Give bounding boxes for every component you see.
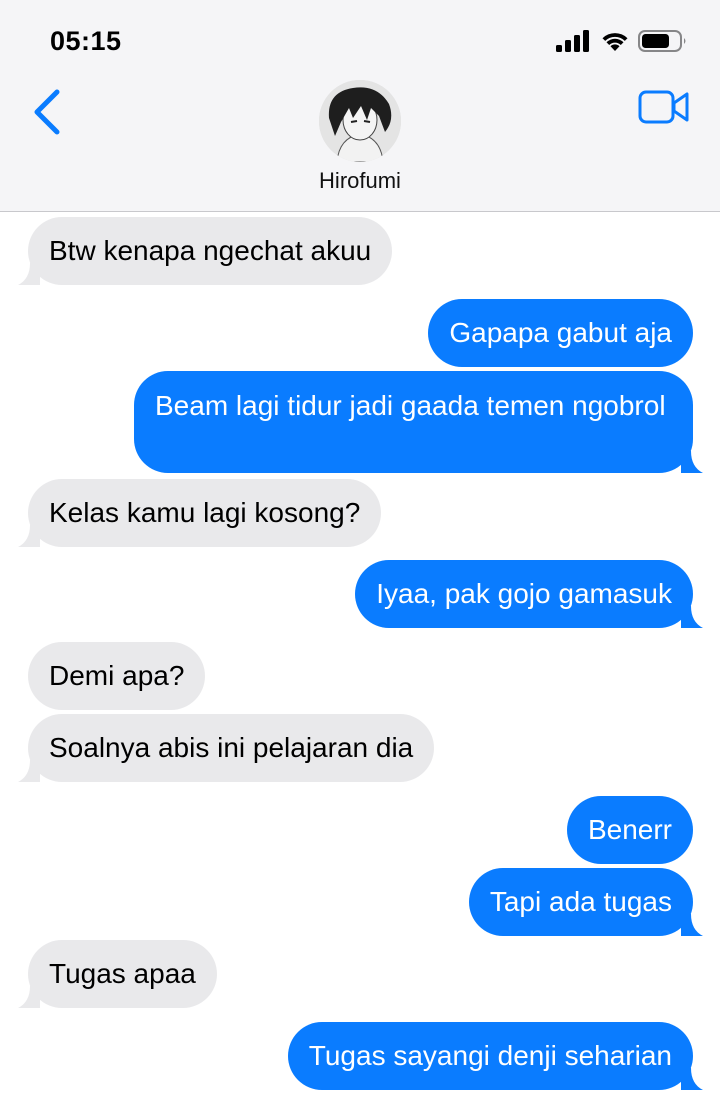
battery-icon [638, 30, 686, 52]
message-bubble-outgoing[interactable]: Gapapa gabut aja [428, 299, 693, 367]
message-bubble-outgoing[interactable]: Iyaa, pak gojo gamasuk [355, 560, 703, 628]
message-bubble-incoming[interactable]: Kelas kamu lagi kosong? [18, 479, 382, 547]
message-text: Tugas sayangi denji seharian [308, 1040, 672, 1071]
message-bubble-outgoing[interactable]: Benerr [566, 796, 693, 864]
back-button[interactable] [28, 88, 68, 136]
chevron-left-icon [34, 89, 60, 135]
message-text: Kelas kamu lagi kosong? [49, 497, 361, 528]
status-icons [556, 26, 688, 56]
message-text: Benerr [587, 814, 672, 845]
message-text: Tugas apaa [49, 958, 196, 989]
message-bubble-incoming[interactable]: Tugas apaa [18, 940, 217, 1008]
message-text: Beam lagi tidur jadi gaada temen ngobrol [155, 390, 666, 421]
conversation-header: 05:15 Hirofumi [0, 0, 720, 212]
message-bubble-outgoing[interactable]: Beam lagi tidur jadi gaada temen ngobrol [134, 371, 703, 473]
message-text: Demi apa? [49, 660, 185, 691]
message-text: Gapapa gabut aja [449, 317, 672, 348]
bubble-tail [18, 760, 40, 782]
bubble-tail [681, 606, 703, 628]
message-text: Iyaa, pak gojo gamasuk [376, 578, 672, 609]
message-bubble-incoming[interactable]: Soalnya abis ini pelajaran dia [18, 714, 435, 782]
bubble-tail [18, 986, 40, 1008]
bubble-tail [681, 914, 703, 936]
status-time: 05:15 [50, 26, 122, 56]
contact-avatar[interactable] [319, 80, 401, 162]
message-bubble-outgoing[interactable]: Tugas sayangi denji seharian [287, 1022, 703, 1090]
message-bubble-incoming[interactable]: Demi apa? [28, 642, 206, 710]
message-text: Btw kenapa ngechat akuu [49, 235, 372, 266]
message-bubble-outgoing[interactable]: Tapi ada tugas [468, 868, 703, 936]
bubble-tail [681, 451, 703, 473]
message-bubble-incoming[interactable]: Btw kenapa ngechat akuu [18, 217, 393, 285]
bubble-tail [681, 1068, 703, 1090]
wifi-icon [602, 33, 628, 51]
signal-bars-icon [556, 30, 589, 52]
avatar-image [319, 80, 401, 162]
message-text: Soalnya abis ini pelajaran dia [49, 732, 414, 763]
video-camera-icon [638, 90, 689, 124]
contact-name[interactable]: Hirofumi [0, 168, 720, 194]
message-text: Tapi ada tugas [489, 886, 672, 917]
bubble-tail [18, 263, 40, 285]
bubble-tail [18, 525, 40, 547]
video-call-button[interactable] [638, 90, 690, 124]
